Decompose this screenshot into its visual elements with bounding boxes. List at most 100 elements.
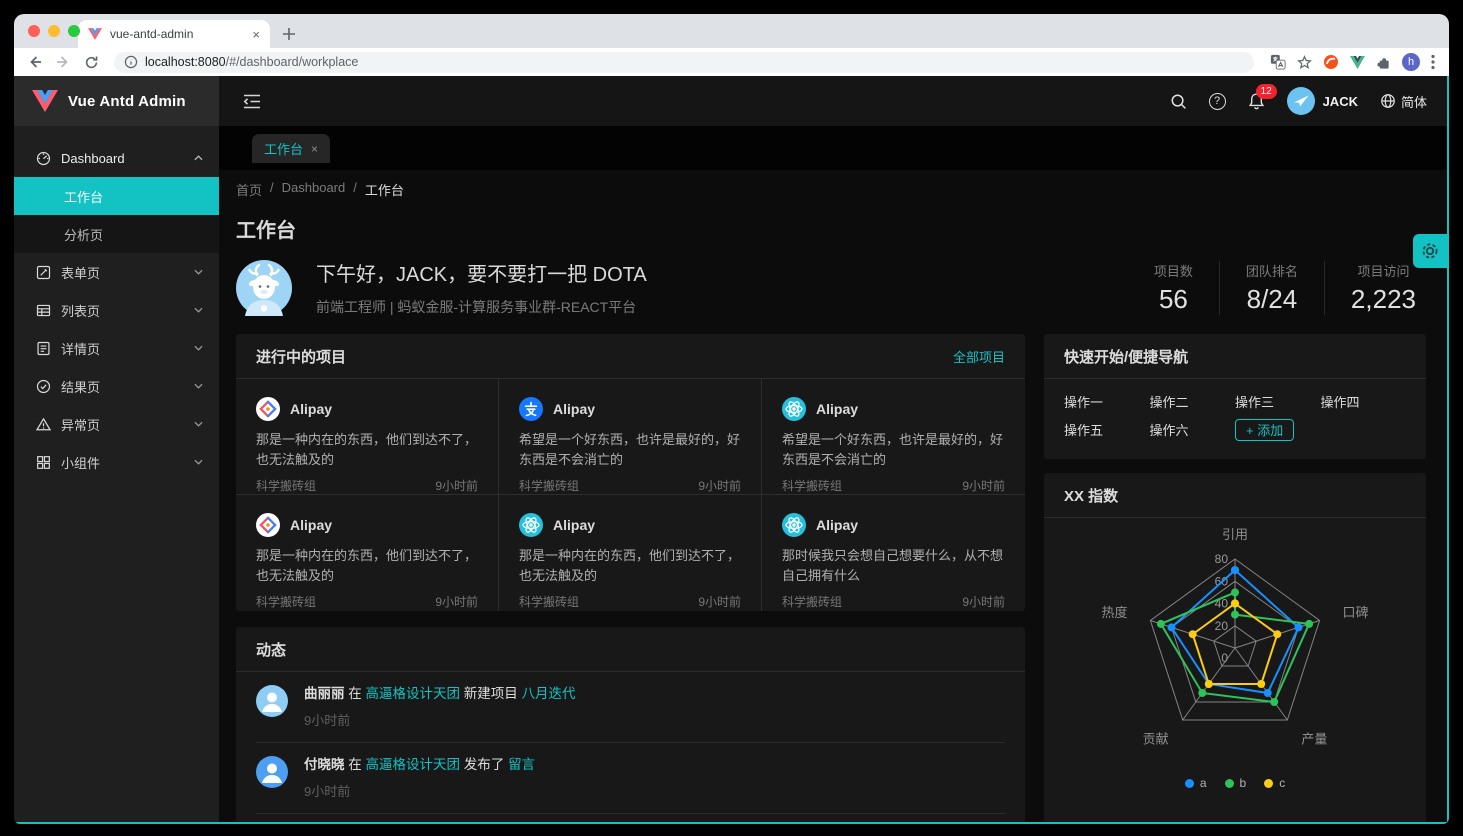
project-group[interactable]: 科学搬砖组 [782, 477, 842, 494]
activity-item: 曲丽丽 在 高逼格设计天团 新建项目 八月迭代 9小时前 [256, 672, 1005, 743]
add-button[interactable]: + 添加 [1235, 419, 1294, 441]
legend-label: b [1240, 776, 1247, 790]
quick-nav-link[interactable]: 操作四 [1321, 389, 1407, 417]
project-group[interactable]: 科学搬砖组 [782, 593, 842, 610]
user-menu[interactable]: JACK [1287, 87, 1358, 115]
legend-label: c [1279, 776, 1285, 790]
project-group[interactable]: 科学搬砖组 [256, 477, 316, 494]
sidebar-item-form[interactable]: 表单页 [14, 253, 219, 291]
quick-nav-links: 操作一 操作二 操作三 操作四 操作五 操作六 + 添加 [1044, 379, 1426, 459]
project-time: 9小时前 [962, 593, 1005, 610]
svg-text:20: 20 [1215, 619, 1229, 633]
main-area: 工作台 × 首页 / Dashboard / 工作台 工作台 [219, 126, 1449, 822]
sidebar-item-exception[interactable]: 异常页 [14, 405, 219, 443]
page-tab-label: 工作台 [264, 139, 303, 158]
activity-user[interactable]: 付晓晓 [304, 757, 345, 772]
extension-orange-icon[interactable] [1323, 54, 1339, 70]
theme-settings-button[interactable] [1413, 234, 1447, 268]
new-tab-button[interactable] [282, 27, 296, 41]
header-stats: 项目数 56 团队排名 8/24 项目访问 2,223 [1128, 261, 1426, 315]
quick-nav-link[interactable]: 操作五 [1064, 417, 1150, 445]
bookmark-star-icon[interactable] [1297, 55, 1312, 70]
extension-vue-icon[interactable] [1350, 56, 1365, 69]
sidebar-item-label: 结果页 [61, 377, 184, 396]
sidebar-item-label: 列表页 [61, 301, 184, 320]
svg-text:0: 0 [1221, 651, 1228, 665]
project-desc: 希望是一个好东西，也许是最好的，好东西是不会消亡的 [782, 430, 1005, 470]
activity-text: 在 [348, 757, 362, 772]
sidebar-item-dashboard[interactable]: Dashboard [14, 139, 219, 177]
notification-badge: 12 [1256, 84, 1277, 99]
form-icon [36, 265, 51, 280]
project-card[interactable]: Alipay 那是一种内在的东西，他们到达不了，也无法触及的 科学搬砖组9小时前 [499, 495, 762, 611]
translate-icon[interactable] [1270, 54, 1286, 70]
site-info-icon[interactable] [124, 55, 138, 69]
forward-icon[interactable] [52, 54, 74, 70]
legend-item[interactable]: a [1185, 776, 1207, 790]
activity-time: 9小时前 [304, 710, 576, 729]
project-group[interactable]: 科学搬砖组 [256, 593, 316, 610]
language-switcher[interactable]: 简体 [1380, 92, 1427, 111]
project-desc: 那是一种内在的东西，他们到达不了，也无法触及的 [256, 430, 478, 470]
project-group[interactable]: 科学搬砖组 [519, 593, 579, 610]
breadcrumb-dashboard[interactable]: Dashboard [282, 180, 346, 199]
gear-icon [1420, 241, 1440, 261]
maximize-window-button[interactable] [68, 25, 80, 37]
brand-area[interactable]: Vue Antd Admin [14, 76, 219, 126]
project-card[interactable]: Alipay 那时候我只会想自己想要什么，从不想自己拥有什么 科学搬砖组9小时前 [762, 495, 1025, 611]
browser-tab[interactable]: vue-antd-admin × [78, 20, 270, 48]
all-projects-link[interactable]: 全部项目 [953, 347, 1005, 366]
notifications-button[interactable]: 12 [1248, 92, 1265, 110]
browser-menu-icon[interactable] [1431, 54, 1435, 70]
activity-group-link[interactable]: 高逼格设计天团 [366, 757, 461, 772]
vue-logo-icon [32, 90, 58, 112]
quick-nav-link[interactable]: 操作三 [1235, 389, 1321, 417]
sidebar-item-label: Dashboard [61, 151, 184, 166]
project-time: 9小时前 [962, 477, 1005, 494]
legend-item[interactable]: b [1225, 776, 1247, 790]
extensions-puzzle-icon[interactable] [1376, 55, 1391, 70]
sidebar-item-analysis[interactable]: 分析页 [14, 215, 219, 253]
legend-item[interactable]: c [1264, 776, 1285, 790]
atom-icon [782, 513, 806, 537]
project-card[interactable]: Alipay 那是一种内在的东西，他们到达不了，也无法触及的 科学搬砖组9小时前 [236, 379, 499, 495]
reload-icon[interactable] [80, 55, 102, 70]
sidebar-item-list[interactable]: 列表页 [14, 291, 219, 329]
quick-nav-link[interactable]: 操作二 [1150, 389, 1236, 417]
sidebar-item-widgets[interactable]: 小组件 [14, 443, 219, 481]
project-card[interactable]: Alipay 希望是一个好东西，也许是最好的，好东西是不会消亡的 科学搬砖组9小… [499, 379, 762, 495]
stat-label: 项目访问 [1351, 261, 1416, 280]
menu-fold-icon[interactable] [243, 94, 261, 109]
project-group[interactable]: 科学搬砖组 [519, 477, 579, 494]
minimize-window-button[interactable] [48, 25, 60, 37]
quick-nav-link[interactable]: 操作一 [1064, 389, 1150, 417]
quick-nav-link[interactable]: 操作六 [1150, 417, 1236, 445]
card-title: 快速开始/便捷导航 [1064, 346, 1188, 367]
sidebar-item-result[interactable]: 结果页 [14, 367, 219, 405]
project-desc: 那时候我只会想自己想要什么，从不想自己拥有什么 [782, 546, 1005, 586]
project-card[interactable]: Alipay 希望是一个好东西，也许是最好的，好东西是不会消亡的 科学搬砖组9小… [762, 379, 1025, 495]
page-tab-close-icon[interactable]: × [311, 142, 318, 156]
tab-close-icon[interactable]: × [252, 28, 260, 41]
browser-profile-avatar[interactable]: h [1402, 53, 1420, 71]
breadcrumb-home[interactable]: 首页 [236, 180, 262, 199]
page-tabbar: 工作台 × [219, 126, 1449, 170]
sidebar-item-detail[interactable]: 详情页 [14, 329, 219, 367]
sidebar-item-label: 小组件 [61, 453, 184, 472]
page-tab-workplace[interactable]: 工作台 × [252, 134, 330, 163]
activities-card: 动态 [236, 627, 1025, 822]
activity-object-link[interactable]: 留言 [508, 757, 535, 772]
project-card[interactable]: Alipay 那是一种内在的东西，他们到达不了，也无法触及的 科学搬砖组9小时前 [236, 495, 499, 611]
activity-user[interactable]: 曲丽丽 [304, 686, 345, 701]
search-icon[interactable] [1170, 93, 1187, 110]
help-icon[interactable]: ? [1209, 93, 1226, 110]
back-icon[interactable] [24, 54, 46, 70]
sidebar-item-label: 工作台 [64, 187, 103, 206]
legend-dot [1185, 779, 1194, 788]
activity-group-link[interactable]: 高逼格设计天团 [366, 686, 461, 701]
activity-object-link[interactable]: 八月迭代 [522, 686, 576, 701]
greeting-text: 下午好，JACK，要不要打一把 DOTA [316, 258, 647, 287]
address-bar[interactable]: localhost:8080/#/dashboard/workplace [114, 52, 1254, 73]
sidebar-item-workplace[interactable]: 工作台 [14, 177, 219, 215]
close-window-button[interactable] [28, 25, 40, 37]
